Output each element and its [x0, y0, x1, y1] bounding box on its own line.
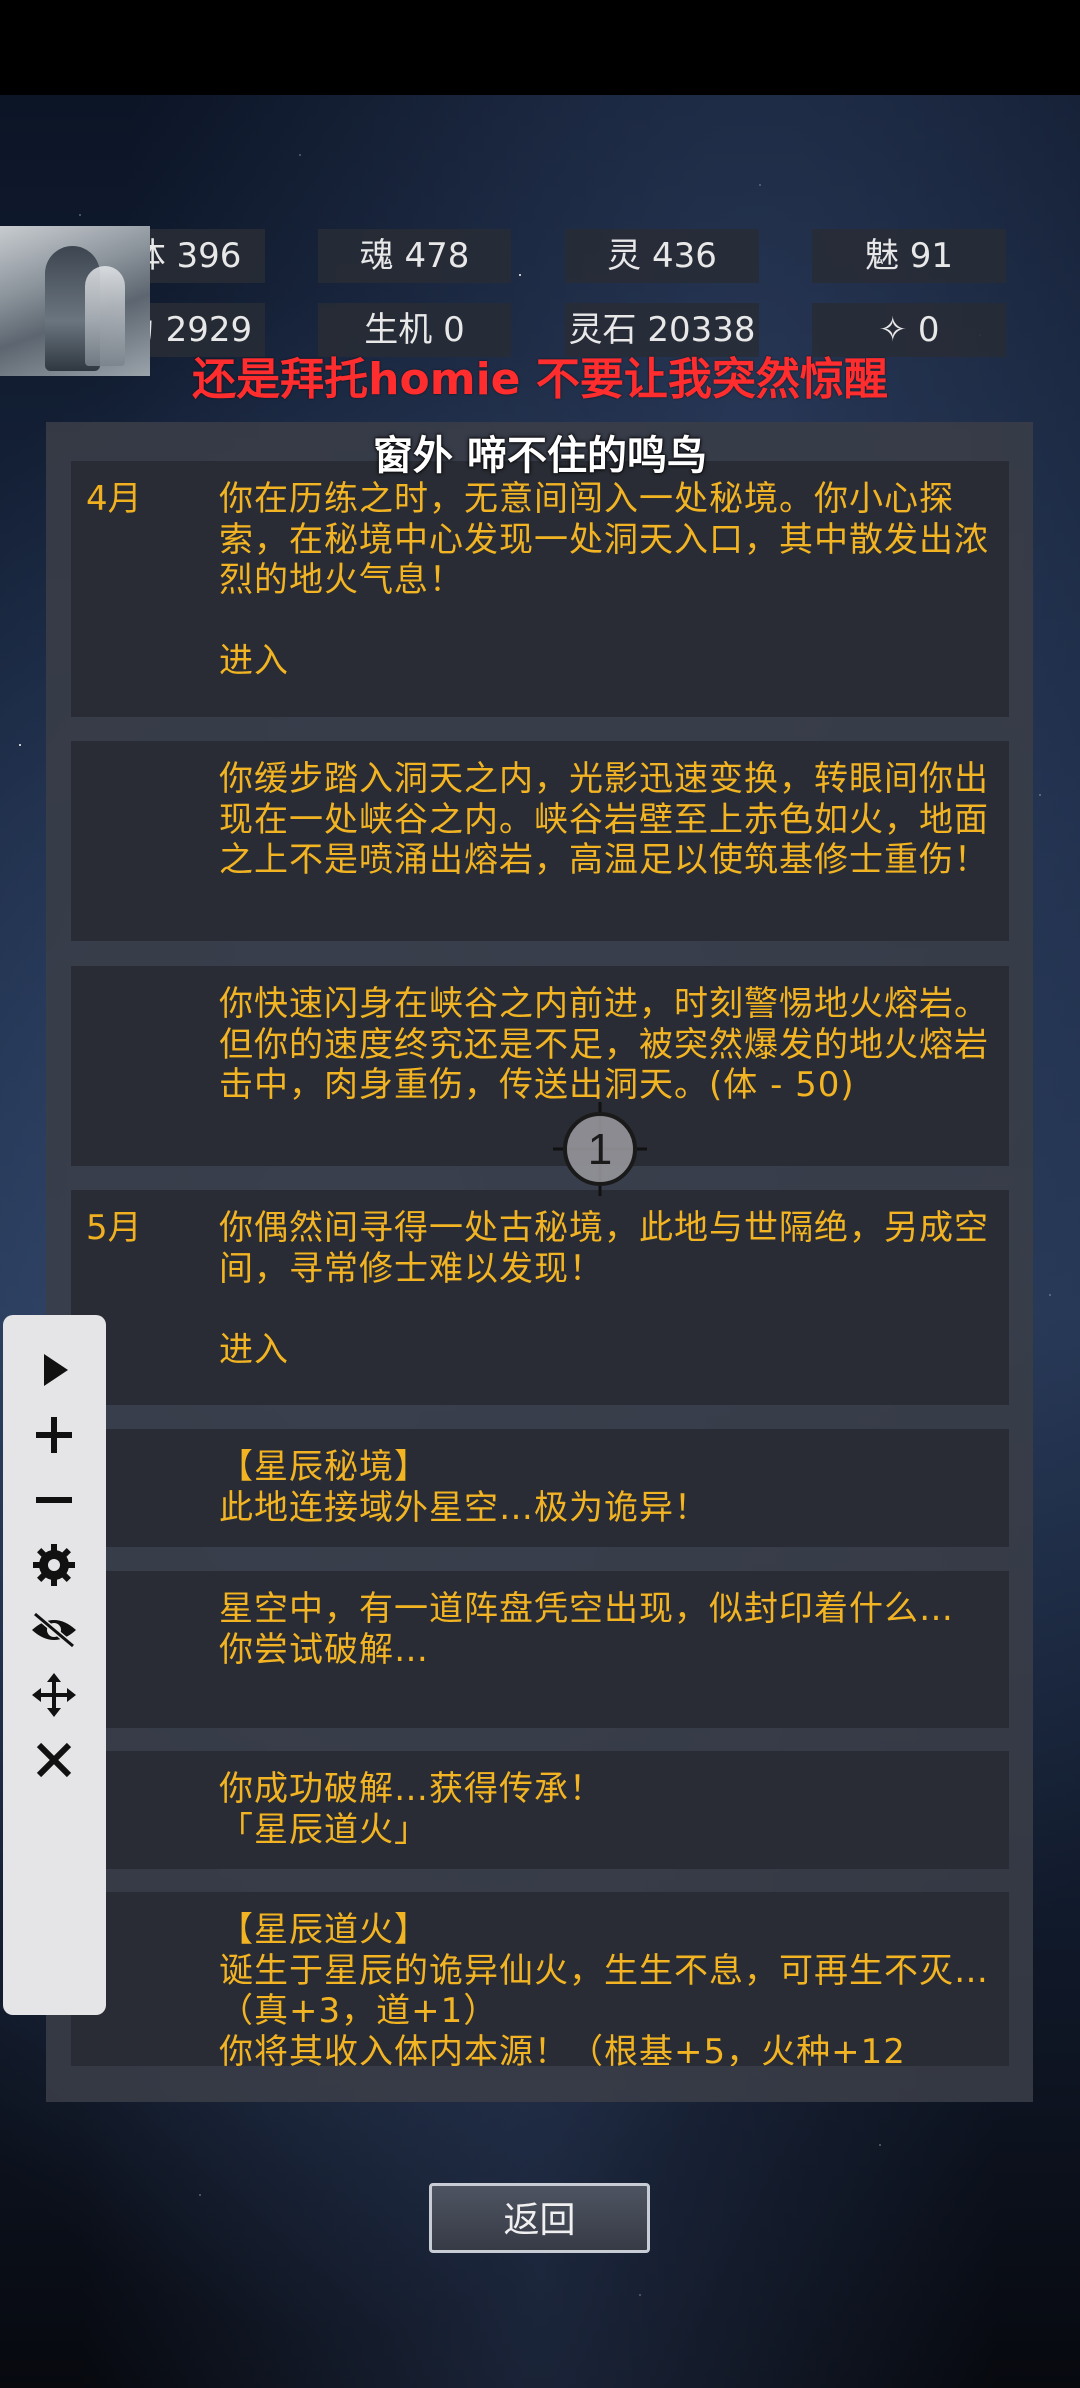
log-entry[interactable]: 4月 你在历练之时，无意间闯入一处秘境。你小心探索，在秘境中心发现一处洞天入口，…: [71, 461, 1009, 717]
entry-text: 你缓步踏入洞天之内，光影迅速变换，转眼间你出现在一处峡谷之内。峡谷岩壁至上赤色如…: [219, 759, 989, 880]
move-icon[interactable]: [24, 1665, 84, 1725]
entry-text: 【星辰道火】 诞生于星辰的诡异仙火，生生不息，可再生不灭…（真+3，道+1） 你…: [219, 1910, 989, 2066]
stat-hun: 魂 478: [318, 229, 511, 283]
plus-icon[interactable]: [24, 1405, 84, 1465]
close-icon[interactable]: [24, 1730, 84, 1790]
entry-month: 5月: [86, 1208, 142, 1248]
minus-icon[interactable]: [24, 1470, 84, 1530]
log-entry[interactable]: 【星辰道火】 诞生于星辰的诡异仙火，生生不息，可再生不灭…（真+3，道+1） 你…: [71, 1892, 1009, 2066]
stat-ling: 灵 436: [565, 229, 759, 283]
event-log-list[interactable]: 4月 你在历练之时，无意间闯入一处秘境。你小心探索，在秘境中心发现一处洞天入口，…: [71, 461, 1009, 2066]
entry-text: 星空中，有一道阵盘凭空出现，似封印着什么… 你尝试破解…: [219, 1589, 954, 1670]
log-entry[interactable]: 星空中，有一道阵盘凭空出现，似封印着什么… 你尝试破解…: [71, 1571, 1009, 1728]
stat-spark: ✧ 0: [812, 303, 1006, 357]
entry-text: 你快速闪身在峡谷之内前进，时刻警惕地火熔岩。但你的速度终究还是不足，被突然爆发的…: [219, 984, 989, 1105]
play-icon[interactable]: [24, 1340, 84, 1400]
log-entry[interactable]: 你快速闪身在峡谷之内前进，时刻警惕地火熔岩。但你的速度终究还是不足，被突然爆发的…: [71, 966, 1009, 1166]
stat-shengji: 生机 0: [318, 303, 511, 357]
back-button[interactable]: 返回: [429, 2183, 650, 2253]
entry-text: 【星辰秘境】 此地连接域外星空…极为诡异！: [219, 1447, 709, 1528]
stat-mei: 魅 91: [812, 229, 1006, 283]
gear-icon[interactable]: [24, 1535, 84, 1595]
entry-text: 你偶然间寻得一处古秘境，此地与世隔绝，另成空间，寻常修士难以发现！ 进入: [219, 1208, 989, 1370]
log-entry[interactable]: 你缓步踏入洞天之内，光影迅速变换，转眼间你出现在一处峡谷之内。峡谷岩壁至上赤色如…: [71, 741, 1009, 941]
log-entry[interactable]: 你成功破解…获得传承！ 「星辰道火」: [71, 1751, 1009, 1869]
crosshair-target[interactable]: 1: [553, 1102, 647, 1196]
log-entry[interactable]: 【星辰秘境】 此地连接域外星空…极为诡异！: [71, 1429, 1009, 1547]
headline-caption: 还是拜托homie 不要让我突然惊醒: [192, 354, 888, 405]
stat-lingshi: 灵石 20338: [565, 303, 759, 357]
entry-text: 你在历练之时，无意间闯入一处秘境。你小心探索，在秘境中心发现一处洞天入口，其中散…: [219, 479, 989, 681]
log-entry[interactable]: 5月 你偶然间寻得一处古秘境，此地与世隔绝，另成空间，寻常修士难以发现！ 进入: [71, 1190, 1009, 1405]
crosshair-label: 1: [588, 1125, 612, 1174]
entry-text: 你成功破解…获得传承！ 「星辰道火」: [219, 1769, 604, 1850]
status-bar: [0, 0, 1080, 95]
floating-toolbar: [3, 1315, 106, 2015]
subtitle-caption: 窗外 啼不住的鸣鸟: [373, 433, 707, 479]
eye-off-icon[interactable]: [24, 1600, 84, 1660]
